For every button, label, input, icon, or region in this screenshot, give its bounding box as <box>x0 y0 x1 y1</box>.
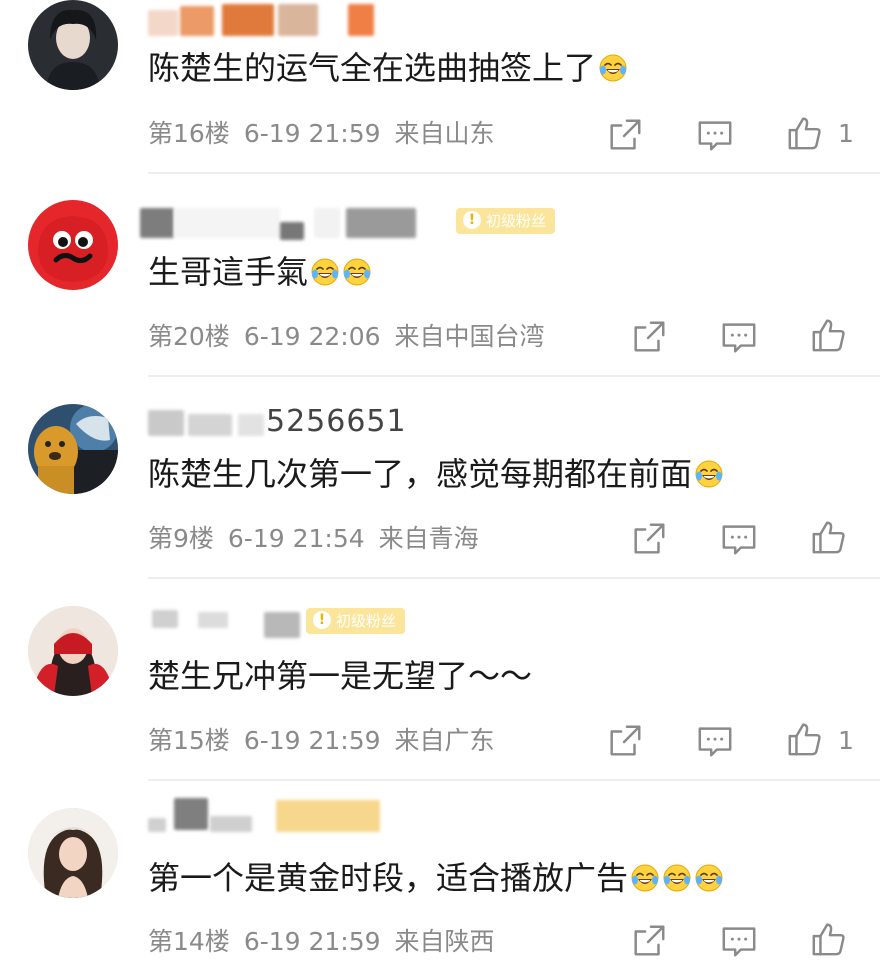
floor-number: 第14楼 <box>148 927 230 956</box>
comment-icon[interactable] <box>696 722 734 760</box>
comment-location: 来自广东 <box>394 726 495 755</box>
divider <box>148 779 880 781</box>
comment-time: 6-19 21:54 <box>227 524 365 553</box>
floor-number: 第9楼 <box>148 524 214 553</box>
comment-meta: 第15楼 6-19 21:59 来自广东 <box>148 725 495 757</box>
thumbs-up-icon[interactable] <box>786 720 824 758</box>
comment-icon[interactable] <box>720 922 758 960</box>
username[interactable] <box>138 2 658 42</box>
floor-number: 第20楼 <box>148 322 230 351</box>
share-icon[interactable] <box>606 116 644 154</box>
comment-time: 6-19 21:59 <box>243 119 381 148</box>
laugh-cry-emoji-icon <box>342 256 372 286</box>
fan-level-badge: ! 初级粉丝 <box>456 208 556 234</box>
laugh-cry-emoji-icon <box>630 862 660 892</box>
username[interactable]: 5256651 <box>138 404 658 444</box>
avatar[interactable] <box>28 606 118 696</box>
fan-badge-icon: ! <box>463 211 481 229</box>
comment-meta: 第14楼 6-19 21:59 来自陕西 <box>148 926 495 958</box>
thumbs-up-icon[interactable] <box>786 114 824 152</box>
comment-text: 陈楚生的运气全在选曲抽签上了 <box>148 48 628 88</box>
comment-text: 陈楚生几次第一了，感觉每期都在前面 <box>148 454 724 494</box>
avatar[interactable] <box>28 808 118 898</box>
floor-number: 第16楼 <box>148 119 230 148</box>
comment-location: 来自陕西 <box>394 927 495 956</box>
laugh-cry-emoji-icon <box>694 458 724 488</box>
thumbs-up-icon[interactable] <box>810 920 848 958</box>
comment-meta: 第9楼 6-19 21:54 来自青海 <box>148 523 479 555</box>
comment-text: 生哥這手氣 <box>148 252 372 292</box>
laugh-cry-emoji-icon <box>310 256 340 286</box>
share-icon[interactable] <box>630 922 668 960</box>
divider <box>148 172 880 174</box>
thumbs-up-icon[interactable] <box>810 316 848 354</box>
comment-icon[interactable] <box>696 116 734 154</box>
share-icon[interactable] <box>630 520 668 558</box>
comment-icon[interactable] <box>720 318 758 356</box>
username[interactable]: ! 初级粉丝 <box>138 606 658 646</box>
avatar[interactable] <box>28 0 118 90</box>
comment-location: 来自山东 <box>394 119 495 148</box>
comment-text: 第一个是黄金时段，适合播放广告 <box>148 858 724 898</box>
comment-meta: 第20楼 6-19 22:06 来自中国台湾 <box>148 321 545 353</box>
avatar[interactable] <box>28 200 118 290</box>
thumbs-up-icon[interactable] <box>810 518 848 556</box>
comment-text: 楚生兄冲第一是无望了～～ <box>148 657 533 695</box>
comment-time: 6-19 21:59 <box>243 927 381 956</box>
laugh-cry-emoji-icon <box>694 862 724 892</box>
comment-time: 6-19 21:59 <box>243 726 381 755</box>
comment-location: 来自青海 <box>378 524 479 553</box>
comment-meta: 第16楼 6-19 21:59 来自山东 <box>148 118 495 150</box>
divider <box>148 577 880 579</box>
share-icon[interactable] <box>630 318 668 356</box>
comment-location: 来自中国台湾 <box>394 322 545 351</box>
comment-icon[interactable] <box>720 520 758 558</box>
comment-feed: 陈楚生的运气全在选曲抽签上了 第16楼 6-19 21:59 来自山东 1 ! … <box>0 0 880 960</box>
fan-badge-icon: ! <box>313 611 331 629</box>
share-icon[interactable] <box>606 722 644 760</box>
comment-time: 6-19 22:06 <box>243 322 381 351</box>
like-count: 1 <box>838 726 854 755</box>
avatar[interactable] <box>28 404 118 494</box>
laugh-cry-emoji-icon <box>598 52 628 82</box>
floor-number: 第15楼 <box>148 726 230 755</box>
like-count: 1 <box>838 119 854 148</box>
divider <box>148 375 880 377</box>
username[interactable]: ! 初级粉丝 <box>138 206 658 246</box>
username[interactable] <box>138 796 658 836</box>
laugh-cry-emoji-icon <box>662 862 692 892</box>
fan-level-badge: ! 初级粉丝 <box>306 608 406 634</box>
